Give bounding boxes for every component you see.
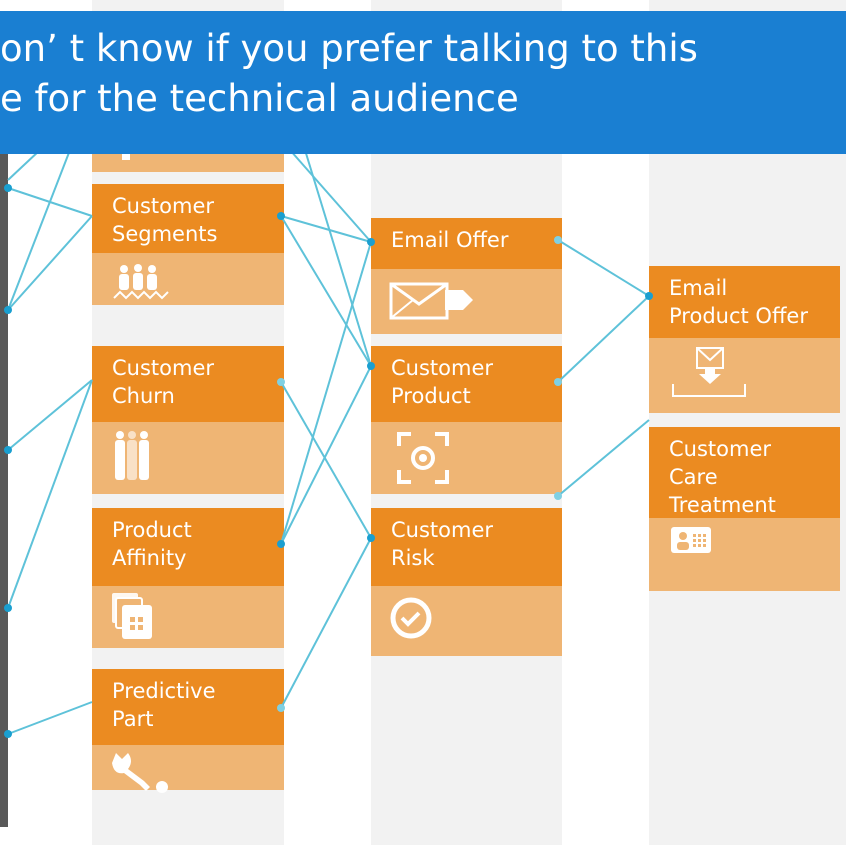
card-email-product-offer[interactable]: Email Product Offer [649,266,840,413]
banner-line-2: e for the technical audience [0,77,519,120]
card-customer-care-treatment[interactable]: Customer Care Treatment [649,427,840,591]
connector [7,149,41,181]
connector [7,149,71,311]
connector [280,537,372,709]
card-label: Product Affinity [112,518,192,570]
contact-card-icon [671,527,711,553]
focus-target-icon [397,432,449,484]
connector [7,379,93,609]
connector [280,241,372,545]
card-email-offer[interactable]: Email Offer [371,218,562,334]
banner-text: on’ t know if you prefer talking to this… [0,24,846,124]
people-fading-icon [115,431,149,480]
card-label: Email Product Offer [669,276,808,328]
card-label: Email Offer [391,228,509,252]
card-customer-churn[interactable]: Customer Churn [92,346,284,494]
card-label: Customer Risk [391,518,494,570]
connector [280,215,372,243]
connector [557,239,650,297]
wrench-icon [112,753,168,793]
card-predictive-part[interactable]: Predictive Part [92,669,284,793]
connector [7,379,93,451]
title-banner: on’ t know if you prefer talking to this… [0,11,846,154]
card-customer-risk[interactable]: Customer Risk [371,508,562,656]
connector [7,187,93,217]
left-edge-bar [0,150,8,827]
connector [557,295,650,383]
card-customer-segments[interactable]: Customer Segments [92,184,284,305]
envelope-send-icon [389,282,473,320]
connector [289,149,372,243]
envelope-download-icon [672,347,746,397]
connector [280,365,372,545]
card-label: Customer Care Treatment [669,437,776,517]
connector [280,381,372,539]
people-group-icon [113,264,169,300]
connector [280,215,372,367]
connector [7,701,93,735]
connector [557,419,650,497]
card-label: Predictive Part [112,679,216,731]
banner-line-1: on’ t know if you prefer talking to this [0,27,698,70]
card-label: Customer Segments [112,194,218,246]
card-customer-product[interactable]: Customer Product [371,346,562,494]
card-label: Customer Product [391,356,494,408]
card-label: Customer Churn [112,356,215,408]
stacked-products-icon [112,593,152,639]
connector [304,149,372,367]
connector [7,215,93,311]
card-product-affinity[interactable]: Product Affinity [92,508,284,648]
check-circle-icon [390,597,432,639]
